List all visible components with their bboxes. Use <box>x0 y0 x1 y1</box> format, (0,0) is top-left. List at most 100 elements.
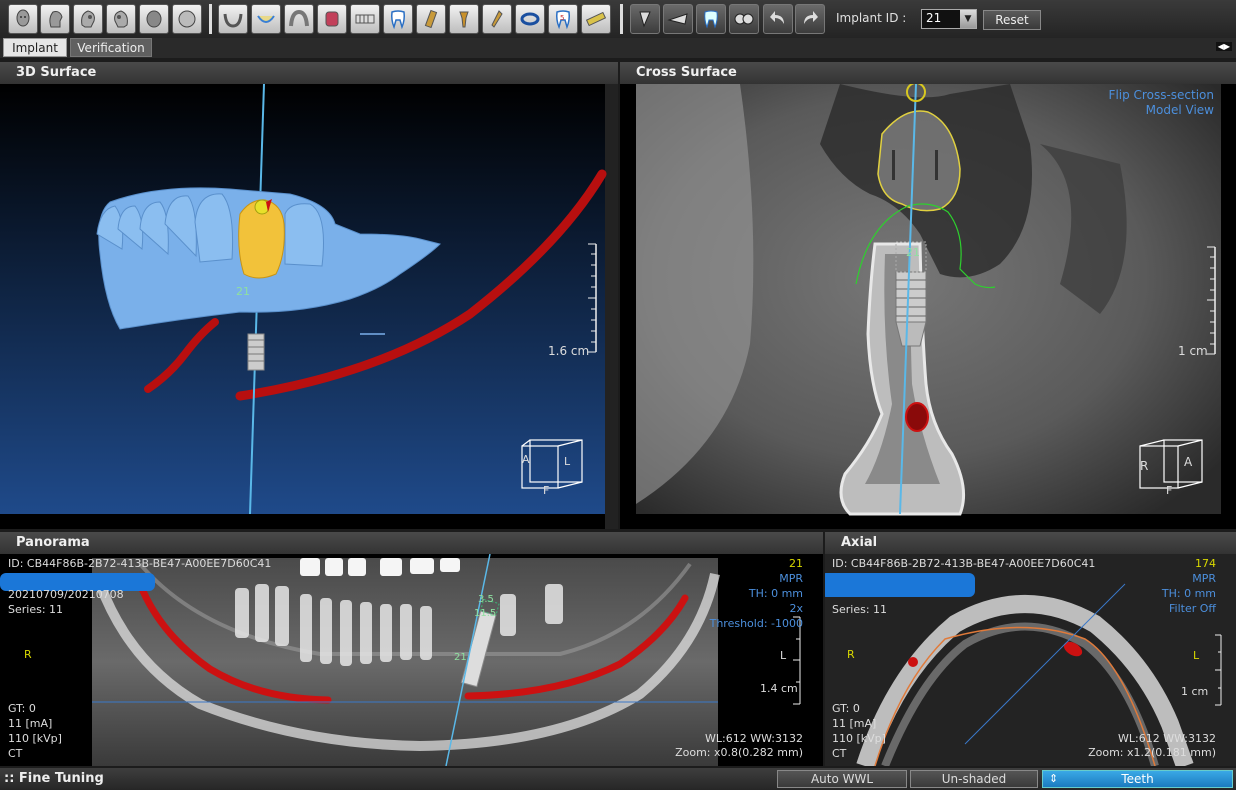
auto-wwl-button[interactable]: Auto WWL <box>777 770 907 788</box>
tab-verification[interactable]: Verification <box>70 38 152 57</box>
updown-arrow-icon: ⇕ <box>1049 772 1059 785</box>
implant-id-select[interactable]: 21 ▼ <box>921 9 977 29</box>
implant-button[interactable] <box>416 4 446 34</box>
drill-button[interactable] <box>482 4 512 34</box>
chevron-down-icon[interactable]: ▼ <box>960 10 976 28</box>
toolbar-separator <box>209 4 212 34</box>
window-level-label: WL:612 WW:3132 <box>704 732 803 745</box>
reset-button[interactable]: Reset <box>983 10 1041 30</box>
scale-label: 1 cm <box>1181 685 1209 698</box>
maxilla-button[interactable] <box>251 4 281 34</box>
model-view-link[interactable]: Model View <box>1146 103 1214 117</box>
mpr-label: MPR <box>1192 572 1216 585</box>
head-front-button[interactable] <box>8 4 38 34</box>
orient-a-label: A <box>522 453 530 466</box>
tooth-view-button[interactable] <box>696 4 726 34</box>
eye-tool-icon <box>667 13 688 25</box>
implant-id-value: 21 <box>926 11 942 25</box>
tooth-pair-button[interactable] <box>729 4 759 34</box>
head-side-icon <box>49 11 63 28</box>
kvp-label: 110 [kVp] <box>832 732 886 745</box>
orient-f-label: F <box>1166 484 1173 497</box>
panel-axial: Axial ID: CB44F86B-2B72-413B-BE47-A00EE7… <box>825 532 1236 766</box>
teeth-row-button[interactable] <box>350 4 380 34</box>
side-l-label: L <box>780 649 787 662</box>
implant-dim-diameter: 3.5 <box>478 594 494 605</box>
slice-number-label: 21 <box>789 557 803 570</box>
gt-label: GT: 0 <box>8 702 36 715</box>
redo-button[interactable] <box>795 4 825 34</box>
redo-icon <box>804 11 818 24</box>
fine-tuning-bar: :: Fine Tuning Auto WWL Un-shaded ⇕ Teet… <box>0 768 1236 790</box>
pen-tool-button[interactable] <box>630 4 660 34</box>
flip-cross-section-link[interactable]: Flip Cross-section <box>1109 88 1214 102</box>
scale-label: 1.6 cm <box>548 344 590 358</box>
tab-scroll-arrows-icon[interactable]: ◀▶ <box>1215 42 1232 51</box>
undo-button[interactable] <box>763 4 793 34</box>
panel-title: Cross Surface <box>620 62 1236 84</box>
teeth-toggle-button[interactable]: ⇕ Teeth <box>1042 770 1233 788</box>
tooth-view-icon <box>704 10 718 29</box>
modality-label: CT <box>8 747 23 760</box>
head-skull-button[interactable] <box>73 4 103 34</box>
head-side-button[interactable] <box>40 4 70 34</box>
main-toolbar: 5 Implant ID : 21 ▼ Reset <box>0 0 1236 39</box>
arch-button[interactable] <box>284 4 314 34</box>
teeth-label: Teeth <box>1121 772 1154 786</box>
unshaded-button[interactable]: Un-shaded <box>910 770 1038 788</box>
head-skull-icon <box>81 10 95 28</box>
abutment-button[interactable] <box>449 4 479 34</box>
implant-number-label: 21 <box>906 246 920 259</box>
series-label: Series: 11 <box>8 603 64 616</box>
side-l-label: L <box>1193 649 1200 662</box>
redaction-bar <box>825 573 975 597</box>
ruler-button[interactable] <box>581 4 611 34</box>
orient-a-label: A <box>1184 455 1193 469</box>
tab-bar: Implant Verification ◀▶ <box>0 38 1236 58</box>
toolbar-separator <box>620 4 623 34</box>
tooth-number-icon: 5 <box>556 10 570 30</box>
scan-dates-label: 20210709/20210708 <box>8 588 124 601</box>
abutment-icon <box>459 11 469 28</box>
head-front-icon <box>16 9 30 27</box>
drill-icon <box>491 10 503 28</box>
implant-number-label: 21 <box>236 285 250 298</box>
mandible-button[interactable] <box>218 4 248 34</box>
implant-id-label: Implant ID : <box>836 11 907 25</box>
panel-panorama: Panorama ID: CB44F86B-2B72-413B-BE47-A00… <box>0 532 823 766</box>
cross-viewport[interactable]: Flip Cross-section Model View 21 1 cm R … <box>620 84 1236 529</box>
tooth-button[interactable] <box>383 4 413 34</box>
series-label: Series: 11 <box>832 603 888 616</box>
slice-number-label: 174 <box>1195 557 1216 570</box>
ma-label: 11 [mA] <box>8 717 53 730</box>
kvp-label: 110 [kVp] <box>8 732 62 745</box>
svg-text:5: 5 <box>560 14 564 22</box>
head-skull-back-button[interactable] <box>106 4 136 34</box>
implant-dim-length: 11.5 <box>474 608 497 619</box>
nerve-button[interactable] <box>515 4 545 34</box>
surface3d-viewport[interactable]: 21 1.6 cm A L F <box>0 84 618 529</box>
panel-title: 3D Surface <box>0 62 618 84</box>
pen-tool-icon <box>639 11 651 28</box>
magnification-label: 2x <box>789 602 803 615</box>
gt-label: GT: 0 <box>832 702 860 715</box>
head-round-icon <box>178 10 196 28</box>
head-round-button[interactable] <box>172 4 202 34</box>
mpr-label: MPR <box>779 572 803 585</box>
scan-id-label: ID: CB44F86B-2B72-413B-BE47-A00EE7D60C41 <box>8 557 272 570</box>
zoom-label: Zoom: x0.8(0.282 mm) <box>675 746 803 759</box>
head-top-button[interactable] <box>139 4 169 34</box>
window-level-label: WL:612 WW:3132 <box>1117 732 1216 745</box>
fine-tuning-label[interactable]: :: Fine Tuning <box>4 771 104 786</box>
tab-implant[interactable]: Implant <box>3 38 67 57</box>
tooth-crown-icon <box>325 11 339 27</box>
implant-icon <box>424 9 438 29</box>
panorama-viewport[interactable]: ID: CB44F86B-2B72-413B-BE47-A00EE7D60C41… <box>0 554 823 766</box>
scale-label: 1 cm <box>1178 344 1208 358</box>
tooth-icon <box>391 10 405 30</box>
axial-viewport[interactable]: ID: CB44F86B-2B72-413B-BE47-A00EE7D60C41… <box>825 554 1236 766</box>
eye-tool-button[interactable] <box>663 4 693 34</box>
filter-label: Filter Off <box>1169 602 1216 615</box>
tooth-number-button[interactable]: 5 <box>548 4 578 34</box>
tooth-crown-button[interactable] <box>317 4 347 34</box>
